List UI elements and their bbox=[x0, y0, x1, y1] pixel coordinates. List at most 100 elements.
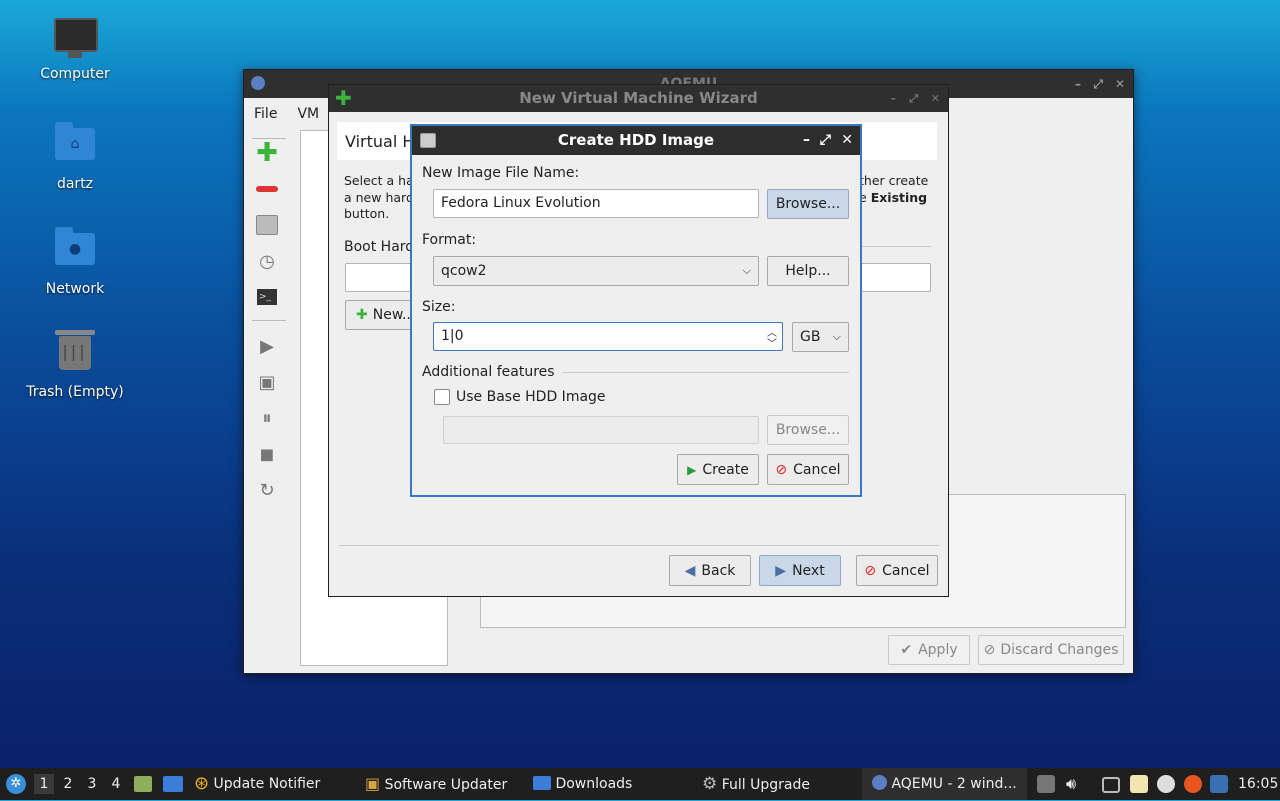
menu-file[interactable]: File bbox=[244, 99, 287, 129]
format-label: Format: bbox=[422, 232, 477, 248]
wizard-description-left: Select a har a new hard button. bbox=[344, 173, 419, 223]
close-icon[interactable]: ✕ bbox=[1115, 70, 1125, 98]
maximize-icon[interactable]: ⤢ bbox=[1093, 70, 1103, 98]
reset-icon[interactable]: ↻ bbox=[254, 477, 280, 503]
size-spinbox[interactable]: 1|0 ︿ ﹀ bbox=[433, 322, 783, 351]
hdd-dialog-title: Create HDD Image bbox=[557, 131, 715, 149]
create-hdd-dialog: Create HDD Image – ⤢ ✕ New Image File Na… bbox=[411, 125, 861, 496]
desktop-icon-label: dartz bbox=[56, 176, 94, 192]
task-update-notifier[interactable]: ⊛ Update Notifier bbox=[194, 768, 320, 800]
workspace-2[interactable]: 2 bbox=[58, 774, 78, 794]
workspace-4[interactable]: 4 bbox=[106, 774, 126, 794]
task-software-updater[interactable]: ▣ Software Updater bbox=[365, 768, 507, 800]
spin-down-icon[interactable]: ﹀ bbox=[767, 335, 777, 350]
desc-line: Select a har bbox=[344, 173, 419, 188]
clock-icon[interactable]: ◷ bbox=[254, 248, 280, 274]
maximize-icon[interactable]: ⤢ bbox=[820, 126, 831, 155]
boot-hdd-field[interactable] bbox=[345, 263, 415, 292]
hdd-titlebar[interactable]: Create HDD Image – ⤢ ✕ bbox=[412, 126, 860, 155]
new-hdd-button[interactable]: ✚ New... bbox=[345, 300, 417, 330]
chevron-down-icon: ⌵ bbox=[832, 330, 841, 343]
format-select[interactable]: qcow2 ⌵ bbox=[433, 256, 759, 286]
add-vm-icon[interactable]: ✚ bbox=[254, 138, 280, 168]
file-name-input[interactable]: Fedora Linux Evolution bbox=[433, 189, 759, 218]
file-manager-launcher-icon[interactable] bbox=[134, 776, 152, 792]
play-icon[interactable]: ▶ bbox=[254, 333, 280, 359]
desktop-icon-network[interactable]: ● Network bbox=[20, 227, 130, 297]
desc-line: ther create bbox=[859, 173, 929, 188]
desktop-icon-label: Network bbox=[45, 281, 105, 297]
desc-line: a new hard bbox=[344, 189, 414, 205]
back-button[interactable]: ◀ Back bbox=[669, 555, 751, 586]
boot-hdd-field-right[interactable] bbox=[859, 263, 931, 292]
back-arrow-icon: ◀ bbox=[684, 562, 696, 579]
stop-icon[interactable]: ◼ bbox=[254, 441, 280, 467]
task-downloads[interactable]: Downloads bbox=[533, 768, 632, 800]
minimize-icon[interactable]: – bbox=[803, 126, 810, 155]
help-label: Help... bbox=[785, 263, 831, 279]
minimize-icon[interactable]: – bbox=[1075, 70, 1081, 98]
clipboard-icon[interactable] bbox=[1130, 775, 1148, 793]
back-label: Back bbox=[701, 562, 736, 579]
hdd-icon[interactable] bbox=[254, 212, 280, 238]
trash-icon: ||| bbox=[54, 330, 96, 378]
size-unit-select[interactable]: GB ⌵ bbox=[792, 322, 849, 352]
desktop-icon-computer[interactable]: Computer bbox=[20, 18, 130, 82]
task-aqemu[interactable]: AQEMU - 2 wind... bbox=[862, 768, 1027, 800]
add-icon: ✚ bbox=[356, 307, 368, 323]
desktop-icon-home[interactable]: ⌂ dartz bbox=[20, 122, 130, 192]
apply-button[interactable]: ✔ Apply bbox=[888, 635, 970, 665]
base-image-path-input[interactable] bbox=[443, 416, 759, 444]
home-folder-icon: ⌂ bbox=[54, 122, 96, 170]
menu-vm[interactable]: VM bbox=[287, 99, 329, 129]
save-icon[interactable]: ▣ bbox=[254, 369, 280, 395]
discard-changes-button[interactable]: ⊘ Discard Changes bbox=[978, 635, 1124, 665]
terminal-icon[interactable]: >_ bbox=[254, 284, 280, 310]
desktop-icon-label: Trash (Empty) bbox=[26, 384, 124, 400]
help-button[interactable]: Help... bbox=[767, 256, 849, 286]
network-icon[interactable] bbox=[1157, 775, 1175, 793]
computer-icon bbox=[54, 18, 98, 60]
hdd-cancel-label: Cancel bbox=[793, 461, 841, 478]
remove-vm-icon[interactable] bbox=[254, 176, 280, 202]
volume-icon[interactable]: 🔊︎ bbox=[1066, 768, 1076, 800]
software-updater-icon: ▣ bbox=[365, 774, 381, 793]
wizard-description-right: ther create e Existing bbox=[859, 173, 928, 206]
clock[interactable]: 16:05 bbox=[1238, 768, 1278, 800]
pause-icon[interactable]: ⏸ bbox=[254, 405, 280, 431]
use-base-label[interactable]: Use Base HDD Image bbox=[456, 389, 606, 405]
notification-icon[interactable] bbox=[1210, 775, 1228, 793]
task-label: Full Upgrade bbox=[721, 777, 810, 793]
update-notifier-icon: ⊛ bbox=[194, 773, 210, 794]
format-value: qcow2 bbox=[441, 263, 487, 279]
maximize-icon[interactable]: ⤢ bbox=[909, 85, 918, 112]
close-icon[interactable]: ✕ bbox=[841, 126, 853, 155]
use-base-checkbox[interactable] bbox=[434, 389, 450, 405]
browse-label: Browse... bbox=[775, 196, 841, 212]
workspace-3[interactable]: 3 bbox=[82, 774, 102, 794]
size-label: Size: bbox=[422, 299, 456, 315]
workspace-1[interactable]: 1 bbox=[34, 774, 54, 794]
check-icon: ✔ bbox=[900, 642, 913, 658]
ubuntu-icon[interactable] bbox=[1184, 775, 1202, 793]
wizard-cancel-button[interactable]: ⊘ Cancel bbox=[856, 555, 938, 586]
minimize-icon[interactable]: – bbox=[891, 85, 897, 112]
wizard-title: New Virtual Machine Wizard bbox=[519, 89, 758, 107]
eject-icon[interactable] bbox=[1037, 775, 1055, 793]
close-icon[interactable]: ✕ bbox=[931, 85, 940, 112]
hdd-cancel-button[interactable]: ⊘ Cancel bbox=[767, 454, 849, 485]
wizard-titlebar[interactable]: ✚ New Virtual Machine Wizard – ⤢ ✕ bbox=[329, 85, 948, 112]
next-label: Next bbox=[792, 562, 825, 579]
base-browse-button[interactable]: Browse... bbox=[767, 415, 849, 445]
create-button[interactable]: ▶ Create bbox=[677, 454, 759, 485]
new-hdd-label: New... bbox=[372, 307, 416, 323]
task-full-upgrade[interactable]: ⚙ Full Upgrade bbox=[702, 768, 810, 800]
hdd-icon bbox=[420, 133, 436, 148]
next-button[interactable]: ▶ Next bbox=[759, 555, 841, 586]
browse-button[interactable]: Browse... bbox=[767, 189, 849, 219]
start-menu-icon[interactable]: ✲ bbox=[6, 774, 26, 794]
aqemu-app-icon bbox=[251, 76, 265, 90]
display-icon[interactable] bbox=[1102, 777, 1120, 793]
desktop-icon-trash[interactable]: ||| Trash (Empty) bbox=[20, 330, 130, 400]
show-desktop-icon[interactable] bbox=[163, 776, 183, 792]
